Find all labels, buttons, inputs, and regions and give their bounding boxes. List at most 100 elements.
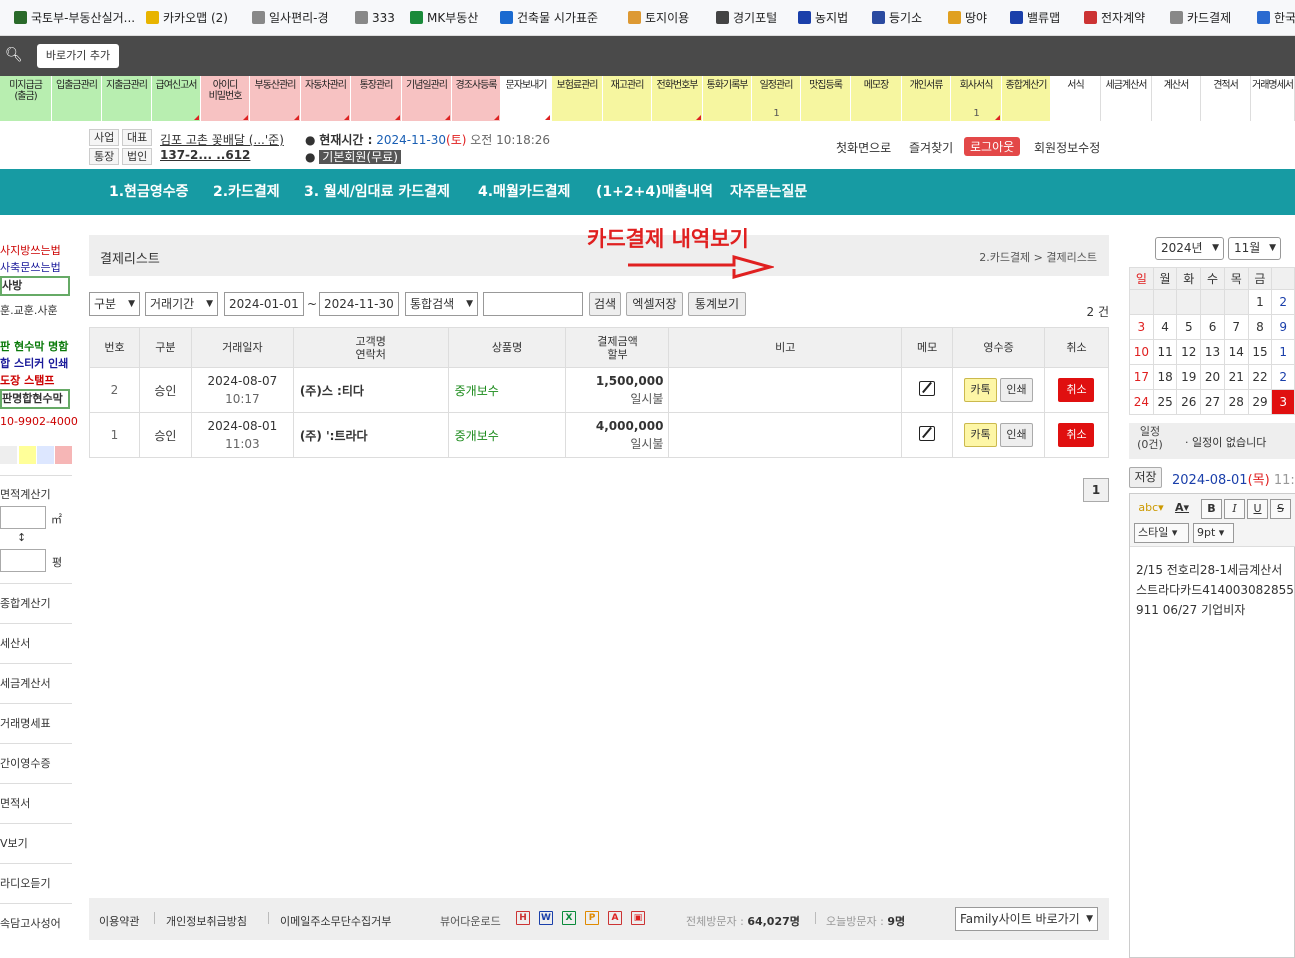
memo-edit-icon[interactable] [919, 426, 936, 441]
period-select[interactable]: 거래기간 ▼ [145, 292, 218, 316]
left-link-g[interactable]: 도장 스탬프 [0, 372, 54, 388]
calendar-day[interactable]: 3 [1129, 314, 1154, 340]
sqm-input[interactable] [0, 506, 46, 529]
tab-14[interactable]: 통화기록부 [703, 76, 752, 121]
tab-19[interactable]: 회사서식 1 [951, 76, 1002, 121]
tab-8[interactable]: 기념일관리 [402, 76, 452, 121]
left-tool-6[interactable]: V보기 [0, 823, 72, 863]
tab-18[interactable]: 개인서류 [902, 76, 951, 121]
year-select[interactable]: 2024년 ▼ [1155, 237, 1224, 260]
bookmark-4[interactable]: MK부동산 [410, 0, 478, 35]
highlight-icon[interactable]: abc▾ [1135, 499, 1167, 519]
left-tool-7[interactable]: 라디오듣기 [0, 863, 72, 903]
bookmark-14[interactable]: 한국 [1257, 0, 1295, 35]
calendar-day[interactable]: 3 [1271, 389, 1295, 415]
strike-button[interactable]: S [1270, 499, 1291, 519]
tab-1[interactable]: 입출금관리 [52, 76, 102, 121]
calendar-day[interactable]: 1 [1247, 289, 1273, 315]
tab-20[interactable]: 종합계산기 [1002, 76, 1051, 121]
email-policy-link[interactable]: 이메일주소무단수집거부 [280, 913, 391, 929]
calendar-day[interactable]: 20 [1200, 364, 1225, 390]
month-select[interactable]: 11월 ▼ [1228, 237, 1281, 260]
search-button[interactable]: 검색 [589, 292, 621, 316]
calendar-day[interactable]: 29 [1247, 389, 1273, 415]
calendar-day[interactable]: 13 [1200, 339, 1225, 365]
tab-2[interactable]: 지출금관리 [102, 76, 152, 121]
bookmark-10[interactable]: 땅야 [948, 0, 987, 35]
calendar-day[interactable]: 25 [1152, 389, 1178, 415]
tab-22[interactable]: 세금계산서 [1101, 76, 1152, 121]
hwp-viewer-icon[interactable]: H [516, 911, 530, 925]
tab-9[interactable]: 경조사등록 [452, 76, 501, 121]
font-color-icon[interactable]: A▾ [1170, 499, 1194, 519]
left-link-d[interactable]: 훈.교훈.사훈 [0, 302, 58, 318]
tab-6[interactable]: 자동차관리 [301, 76, 351, 121]
bookmark-8[interactable]: 농지법 [798, 0, 848, 35]
nav-item-2[interactable]: 3. 월세/임대료 카드결제 [304, 169, 450, 215]
calendar-day[interactable]: 24 [1129, 389, 1154, 415]
tab-15[interactable]: 일정관리 1 [752, 76, 801, 121]
kakao-receipt-button[interactable]: 카톡 [964, 423, 998, 447]
word-viewer-icon[interactable]: W [539, 911, 553, 925]
calendar-day[interactable]: 9 [1271, 314, 1295, 340]
search-type-select[interactable]: 통합검색 ▼ [405, 292, 478, 316]
bookmark-5[interactable]: 건축물 시가표준 [500, 0, 598, 35]
pyeong-input[interactable] [0, 549, 46, 572]
member-edit-link[interactable]: 회원정보수정 [1034, 139, 1100, 156]
calendar-day[interactable]: 2 [1271, 364, 1295, 390]
family-site-select[interactable]: Family사이트 바로가기 ▼ [955, 907, 1098, 931]
tab-12[interactable]: 재고관리 [603, 76, 652, 121]
terms-link[interactable]: 이용약관 [99, 913, 139, 929]
cancel-button[interactable]: 취소 [1058, 378, 1095, 402]
gubun-select[interactable]: 구분 ▼ [89, 292, 140, 316]
nav-item-0[interactable]: 1.현금영수증 [109, 169, 188, 215]
cancel-button[interactable]: 취소 [1058, 423, 1095, 447]
kakao-receipt-button[interactable]: 카톡 [964, 378, 998, 402]
left-tool-1[interactable]: 세산서 [0, 623, 72, 663]
tab-16[interactable]: 맛집등록 [801, 76, 851, 121]
nav-item-5[interactable]: 자주묻는질문 [730, 169, 807, 215]
image-viewer-icon[interactable]: ▣ [631, 911, 645, 925]
nav-item-3[interactable]: 4.매월카드결제 [478, 169, 570, 215]
page-1-button[interactable]: 1 [1083, 478, 1109, 502]
calendar-day[interactable]: 8 [1247, 314, 1273, 340]
memo-edit-icon[interactable] [919, 381, 936, 396]
nav-item-4[interactable]: (1+2+4)매출내역 [596, 169, 713, 215]
bookmark-6[interactable]: 토지이용 [628, 0, 689, 35]
left-link-f[interactable]: 합 스티커 인쇄 [0, 355, 68, 371]
calendar-day[interactable]: 11 [1152, 339, 1178, 365]
tab-3[interactable]: 급여신고서 [152, 76, 201, 121]
calendar-day[interactable]: 2 [1271, 289, 1295, 315]
left-link-e[interactable]: 판 현수막 명함 [0, 338, 68, 354]
left-tool-0[interactable]: 종합계산기 [0, 583, 72, 623]
bold-button[interactable]: B [1201, 499, 1222, 519]
left-box-c[interactable]: 사방 [0, 276, 70, 296]
calendar-day[interactable]: 21 [1223, 364, 1249, 390]
calendar-day[interactable]: 19 [1176, 364, 1202, 390]
memo-save-button[interactable]: 저장 [1129, 467, 1162, 488]
tab-23[interactable]: 계산서 [1152, 76, 1201, 121]
calendar-day[interactable]: 4 [1152, 314, 1178, 340]
start-date-input[interactable]: 2024-01-01 [224, 292, 304, 316]
favorites-link[interactable]: 즐겨찾기 [909, 139, 953, 156]
print-receipt-button[interactable]: 인쇄 [1000, 378, 1034, 402]
tab-5[interactable]: 부동산관리 [250, 76, 301, 121]
calendar-day[interactable]: 14 [1223, 339, 1249, 365]
underline-button[interactable]: U [1247, 499, 1268, 519]
stats-button[interactable]: 통계보기 [688, 292, 746, 316]
calendar-day[interactable]: 18 [1152, 364, 1178, 390]
excel-viewer-icon[interactable]: X [562, 911, 576, 925]
calendar-day[interactable]: 15 [1247, 339, 1273, 365]
calendar-day[interactable]: 28 [1223, 389, 1249, 415]
left-tool-8[interactable]: 속담고사성어 [0, 903, 72, 943]
left-tool-3[interactable]: 거래명세표 [0, 703, 72, 743]
calendar-day[interactable]: 5 [1176, 314, 1202, 340]
shortcut-add-button[interactable]: 바로가기 추가 [37, 44, 119, 68]
print-receipt-button[interactable]: 인쇄 [1000, 423, 1034, 447]
nav-item-1[interactable]: 2.카드결제 [213, 169, 280, 215]
left-link-b[interactable]: 사축문쓰는법 [0, 259, 61, 275]
left-link-a[interactable]: 사지방쓰는법 [0, 242, 61, 258]
bookmark-13[interactable]: 카드결제 [1170, 0, 1231, 35]
bookmark-1[interactable]: 카카오맵 (2) [146, 0, 228, 35]
italic-button[interactable]: I [1224, 499, 1245, 519]
